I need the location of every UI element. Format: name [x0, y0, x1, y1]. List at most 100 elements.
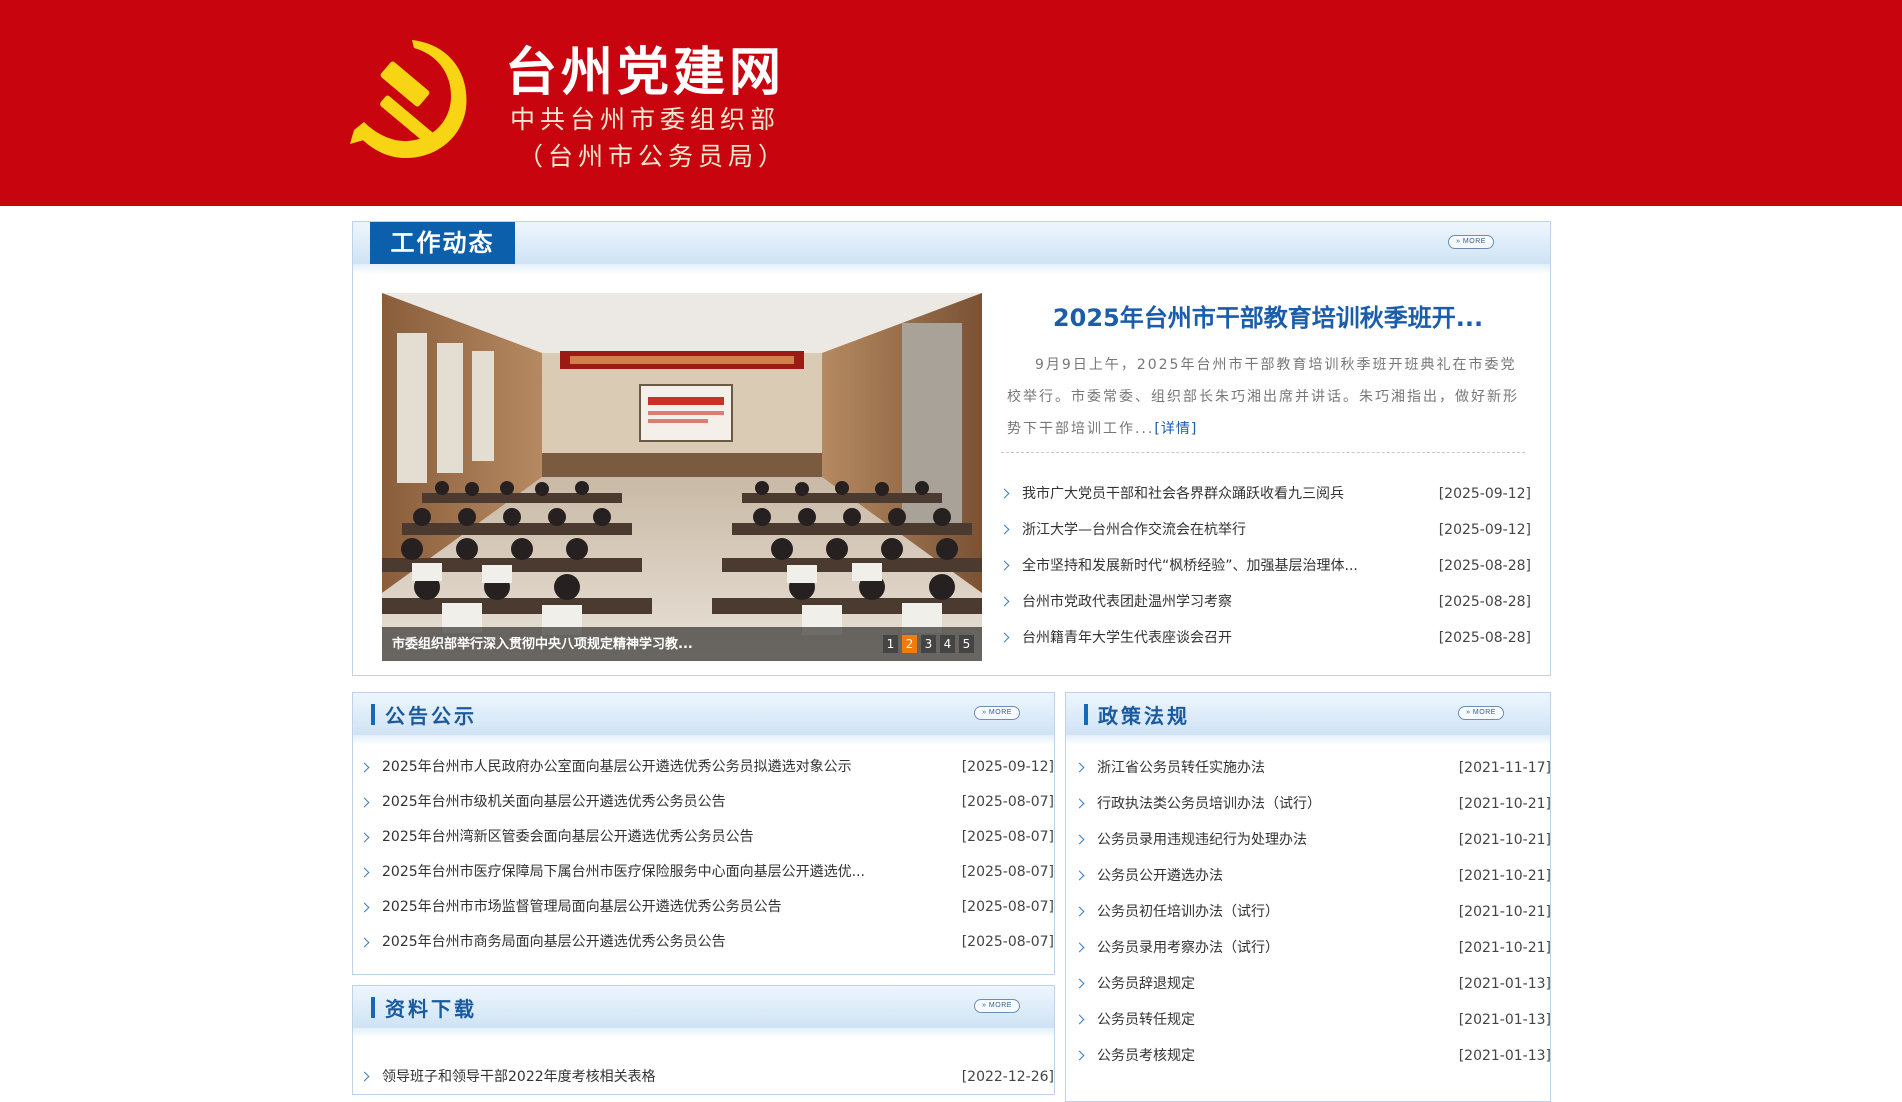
- list-item-title[interactable]: 2025年台州湾新区管委会面向基层公开遴选优秀公务员公告: [382, 820, 754, 855]
- list-item-date: [2025-08-28]: [1438, 558, 1531, 574]
- list-item-date: [2021-11-17]: [1458, 760, 1551, 776]
- featured-photo[interactable]: 市委组织部举行深入贯彻中央八项规定精神学习教... 12345: [382, 293, 982, 661]
- list-item-title[interactable]: 公务员公开遴选办法: [1097, 858, 1223, 894]
- list-item-date: [2025-08-07]: [961, 864, 1054, 880]
- chevron-right-icon: [1074, 978, 1085, 989]
- downloads-panel: 资料下载 » MORE 领导班子和领导干部2022年度考核相关表格 [2022-1…: [352, 985, 1055, 1095]
- list-item[interactable]: 全市坚持和发展新时代“枫桥经验”、加强基层治理体... [2025-08-28]: [999, 548, 1531, 584]
- list-item[interactable]: 公务员录用考察办法（试行） [2021-10-21]: [1074, 930, 1551, 966]
- details-link[interactable]: [详情]: [1154, 421, 1197, 437]
- chevron-right-icon: [359, 937, 370, 947]
- work-news-list: 我市广大党员干部和社会各界群众踊跃收看九三阅兵 [2025-09-12] 浙江大学—…: [999, 476, 1531, 656]
- list-item-title[interactable]: 公务员录用考察办法（试行）: [1097, 930, 1279, 966]
- chevron-right-icon: [359, 902, 370, 912]
- list-item[interactable]: 公务员辞退规定 [2021-01-13]: [1074, 966, 1551, 1002]
- chevron-right-icon: [359, 867, 370, 877]
- work-news-panel: 工作动态 » MORE 市委组织部举行深入贯彻中央八项规定精神学习教... 1 …: [352, 221, 1551, 676]
- list-item-title[interactable]: 2025年台州市市场监督管理局面向基层公开遴选优秀公务员公告: [382, 890, 782, 925]
- notices-list: 2025年台州市人民政府办公室面向基层公开遴选优秀公务员拟遴选对象公示 [2025…: [359, 750, 1054, 960]
- list-item-title[interactable]: 公务员考核规定: [1097, 1038, 1195, 1074]
- list-item[interactable]: 行政执法类公务员培训办法（试行） [2021-10-21]: [1074, 786, 1551, 822]
- list-item-date: [2025-08-28]: [1438, 630, 1531, 646]
- hammer-sickle-icon[interactable]: [350, 34, 480, 164]
- list-item[interactable]: 浙江省公务员转任实施办法 [2021-11-17]: [1074, 750, 1551, 786]
- list-item[interactable]: 2025年台州市市场监督管理局面向基层公开遴选优秀公务员公告 [2025-08-0…: [359, 890, 1054, 925]
- meeting-photo: [382, 293, 982, 661]
- photo-caption-bar: 市委组织部举行深入贯彻中央八项规定精神学习教... 12345: [382, 627, 982, 661]
- chevron-right-icon: [1074, 870, 1085, 881]
- panel-title[interactable]: 政策法规: [1098, 700, 1190, 729]
- chevron-right-icon: [359, 762, 370, 772]
- list-item-date: [2025-08-07]: [961, 899, 1054, 915]
- list-item-title[interactable]: 公务员辞退规定: [1097, 966, 1195, 1002]
- list-item-title[interactable]: 2025年台州市商务局面向基层公开遴选优秀公务员公告: [382, 925, 726, 960]
- pager-dot[interactable]: 3: [921, 635, 936, 653]
- list-item-date: [2025-08-07]: [961, 934, 1054, 950]
- list-item[interactable]: 公务员转任规定 [2021-01-13]: [1074, 1002, 1551, 1038]
- list-item-title[interactable]: 2025年台州市人民政府办公室面向基层公开遴选优秀公务员拟遴选对象公示: [382, 750, 852, 785]
- list-item[interactable]: 公务员公开遴选办法 [2021-10-21]: [1074, 858, 1551, 894]
- list-item[interactable]: 公务员初任培训办法（试行） [2021-10-21]: [1074, 894, 1551, 930]
- list-item-title[interactable]: 领导班子和领导干部2022年度考核相关表格: [382, 1059, 656, 1095]
- panel-header: 资料下载 » MORE: [353, 986, 1054, 1038]
- list-item[interactable]: 2025年台州市医疗保障局下属台州市医疗保险服务中心面向基层公开遴选优... [2…: [359, 855, 1054, 890]
- chevron-right-icon: [999, 488, 1010, 499]
- list-item[interactable]: 浙江大学—台州合作交流会在杭举行 [2025-09-12]: [999, 512, 1531, 548]
- list-item[interactable]: 2025年台州市商务局面向基层公开遴选优秀公务员公告 [2025-08-07]: [359, 925, 1054, 960]
- list-item-date: [2021-01-13]: [1458, 1012, 1551, 1028]
- list-item-date: [2021-10-21]: [1458, 796, 1551, 812]
- list-item[interactable]: 我市广大党员干部和社会各界群众踊跃收看九三阅兵 [2025-09-12]: [999, 476, 1531, 512]
- org-name: 中共台州市委组织部: [510, 105, 781, 134]
- list-item[interactable]: 台州市党政代表团赴温州学习考察 [2025-08-28]: [999, 584, 1531, 620]
- list-item[interactable]: 领导班子和领导干部2022年度考核相关表格 [2022-12-26]: [359, 1059, 1054, 1095]
- pager-dot[interactable]: 2: [902, 635, 917, 653]
- list-item-title[interactable]: 2025年台州市医疗保障局下属台州市医疗保险服务中心面向基层公开遴选优...: [382, 855, 865, 890]
- list-item-title[interactable]: 公务员初任培训办法（试行）: [1097, 894, 1279, 930]
- list-item-title[interactable]: 全市坚持和发展新时代“枫桥经验”、加强基层治理体...: [1022, 548, 1358, 584]
- pager-dot[interactable]: 5: [959, 635, 974, 653]
- list-item-title[interactable]: 台州市党政代表团赴温州学习考察: [1022, 584, 1232, 620]
- more-button[interactable]: » MORE: [1448, 235, 1494, 249]
- chevron-right-icon: [1074, 1014, 1085, 1025]
- more-button[interactable]: » MORE: [974, 706, 1020, 720]
- list-item-date: [2022-12-26]: [961, 1069, 1054, 1085]
- list-item-date: [2021-01-13]: [1458, 976, 1551, 992]
- panel-title[interactable]: 资料下载: [385, 993, 477, 1022]
- photo-caption[interactable]: 市委组织部举行深入贯彻中央八项规定精神学习教...: [392, 633, 693, 652]
- chevron-right-icon: [999, 596, 1010, 607]
- chevron-right-icon: [359, 832, 370, 842]
- list-item-title[interactable]: 浙江大学—台州合作交流会在杭举行: [1022, 512, 1246, 548]
- list-item[interactable]: 2025年台州湾新区管委会面向基层公开遴选优秀公务员公告 [2025-08-07]: [359, 820, 1054, 855]
- list-item-title[interactable]: 浙江省公务员转任实施办法: [1097, 750, 1265, 786]
- panel-title[interactable]: 公告公示: [385, 700, 477, 729]
- list-item-date: [2021-10-21]: [1458, 904, 1551, 920]
- pager-dot[interactable]: 1: [883, 635, 898, 653]
- chevron-right-icon: [999, 632, 1010, 643]
- list-item-date: [2025-09-12]: [961, 759, 1054, 775]
- downloads-list: 领导班子和领导干部2022年度考核相关表格 [2022-12-26]: [359, 1059, 1054, 1095]
- panel-title[interactable]: 工作动态: [370, 222, 515, 264]
- list-item-title[interactable]: 2025年台州市级机关面向基层公开遴选优秀公务员公告: [382, 785, 726, 820]
- chevron-right-icon: [1074, 906, 1085, 917]
- list-item[interactable]: 公务员录用违规违纪行为处理办法 [2021-10-21]: [1074, 822, 1551, 858]
- chevron-right-icon: [1074, 1050, 1085, 1061]
- list-item[interactable]: 公务员考核规定 [2021-01-13]: [1074, 1038, 1551, 1074]
- list-item-title[interactable]: 我市广大党员干部和社会各界群众踊跃收看九三阅兵: [1022, 476, 1344, 512]
- list-item-title[interactable]: 行政执法类公务员培训办法（试行）: [1097, 786, 1321, 822]
- list-item-title[interactable]: 公务员转任规定: [1097, 1002, 1195, 1038]
- lead-news-title[interactable]: 2025年台州市干部教育培训秋季班开...: [998, 298, 1538, 333]
- pager-dot[interactable]: 4: [940, 635, 955, 653]
- list-item[interactable]: 2025年台州市级机关面向基层公开遴选优秀公务员公告 [2025-08-07]: [359, 785, 1054, 820]
- site-title[interactable]: 台州党建网: [505, 30, 785, 105]
- list-item-date: [2025-09-12]: [1438, 486, 1531, 502]
- site-header: 台州党建网 中共台州市委组织部 （台州市公务员局）: [0, 0, 1902, 206]
- list-item-title[interactable]: 公务员录用违规违纪行为处理办法: [1097, 822, 1307, 858]
- list-item-title[interactable]: 台州籍青年大学生代表座谈会召开: [1022, 620, 1232, 656]
- list-item-date: [2021-10-21]: [1458, 832, 1551, 848]
- more-button[interactable]: » MORE: [974, 999, 1020, 1013]
- list-item-date: [2025-08-07]: [961, 794, 1054, 810]
- more-button[interactable]: » MORE: [1458, 706, 1504, 720]
- list-item[interactable]: 2025年台州市人民政府办公室面向基层公开遴选优秀公务员拟遴选对象公示 [2025…: [359, 750, 1054, 785]
- list-item-date: [2025-08-07]: [961, 829, 1054, 845]
- list-item[interactable]: 台州籍青年大学生代表座谈会召开 [2025-08-28]: [999, 620, 1531, 656]
